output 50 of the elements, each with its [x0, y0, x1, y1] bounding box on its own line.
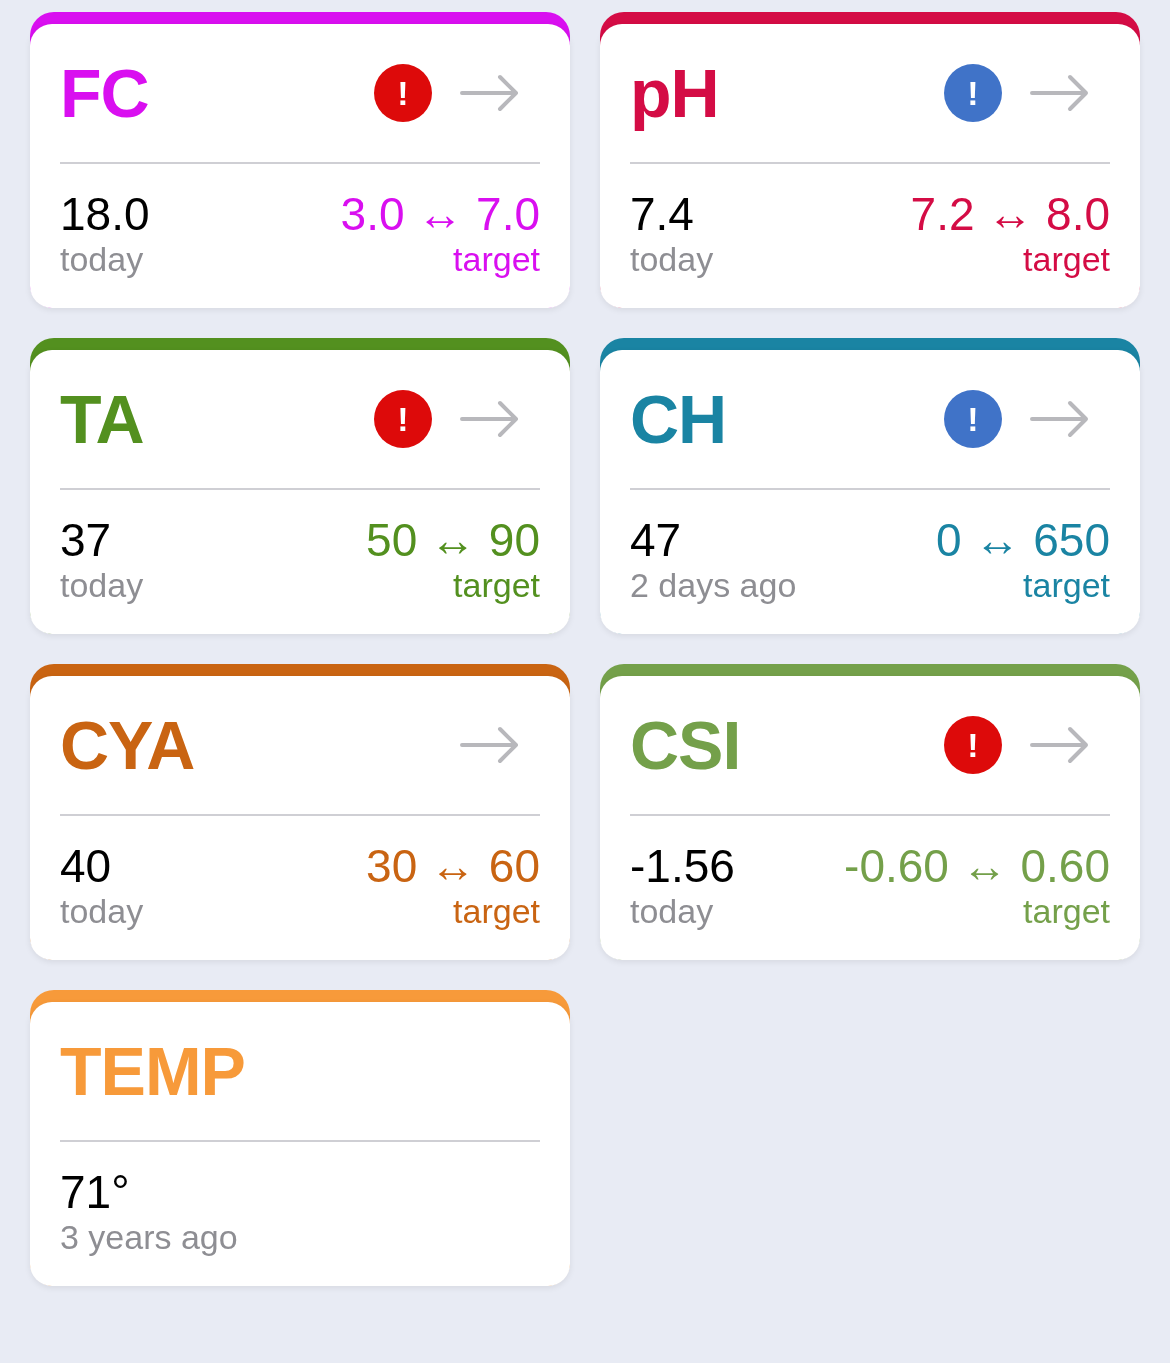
reading-value: 37 [60, 514, 113, 566]
reading-time: 3 years ago [60, 1218, 238, 1256]
reading-time: today [60, 240, 145, 278]
reading-value: 18.0 [60, 188, 150, 240]
arrow-right-icon[interactable] [1030, 73, 1090, 113]
card[interactable]: CSI ! -1.56 today -0.60 ↔ 0.60 target [600, 664, 1140, 960]
reading-time: today [60, 892, 144, 930]
target-label: target [1023, 240, 1110, 278]
reading-time: today [60, 566, 144, 604]
alert-badge: ! [944, 716, 1002, 774]
card-title: TA [60, 385, 144, 453]
reading-value: 7.4 [630, 188, 695, 240]
alert-badge: ! [944, 390, 1002, 448]
target-range: 3.0 ↔ 7.0 [340, 188, 540, 240]
reading-time: today [630, 240, 714, 278]
card-title: CH [630, 385, 727, 453]
alert-badge: ! [944, 64, 1002, 122]
reading-time: 2 days ago [630, 566, 797, 604]
target-label: target [1023, 892, 1110, 930]
card[interactable]: FC ! 18.0 today 3.0 ↔ 7.0 target [30, 12, 570, 308]
reading-value: -1.56 [630, 840, 735, 892]
alert-badge: ! [374, 390, 432, 448]
reading-value: 71° [60, 1166, 131, 1218]
card[interactable]: pH ! 7.4 today 7.2 ↔ 8.0 target [600, 12, 1140, 308]
card[interactable]: CH ! 47 2 days ago 0 ↔ 650 target [600, 338, 1140, 634]
target-label: target [453, 566, 540, 604]
target-label: target [453, 892, 540, 930]
target-label: target [453, 240, 540, 278]
arrow-right-icon[interactable] [460, 73, 520, 113]
target-range: 30 ↔ 60 [366, 840, 540, 892]
reading-value: 40 [60, 840, 113, 892]
card-title: FC [60, 59, 149, 127]
arrow-right-icon[interactable] [460, 725, 520, 765]
reading-time: today [630, 892, 715, 930]
card[interactable]: CYA 40 today 30 ↔ 60 target [30, 664, 570, 960]
arrow-right-icon[interactable] [1030, 725, 1090, 765]
target-label: target [1023, 566, 1110, 604]
card[interactable]: TEMP 71° 3 years ago [30, 990, 570, 1286]
target-range: -0.60 ↔ 0.60 [844, 840, 1110, 892]
card-title: CYA [60, 711, 195, 779]
card[interactable]: TA ! 37 today 50 ↔ 90 target [30, 338, 570, 634]
card-title: CSI [630, 711, 741, 779]
alert-badge: ! [374, 64, 432, 122]
card-title: TEMP [60, 1037, 245, 1105]
arrow-right-icon[interactable] [1030, 399, 1090, 439]
target-range: 7.2 ↔ 8.0 [910, 188, 1110, 240]
arrow-right-icon[interactable] [460, 399, 520, 439]
target-range: 0 ↔ 650 [936, 514, 1110, 566]
target-range: 50 ↔ 90 [366, 514, 540, 566]
reading-value: 47 [630, 514, 683, 566]
